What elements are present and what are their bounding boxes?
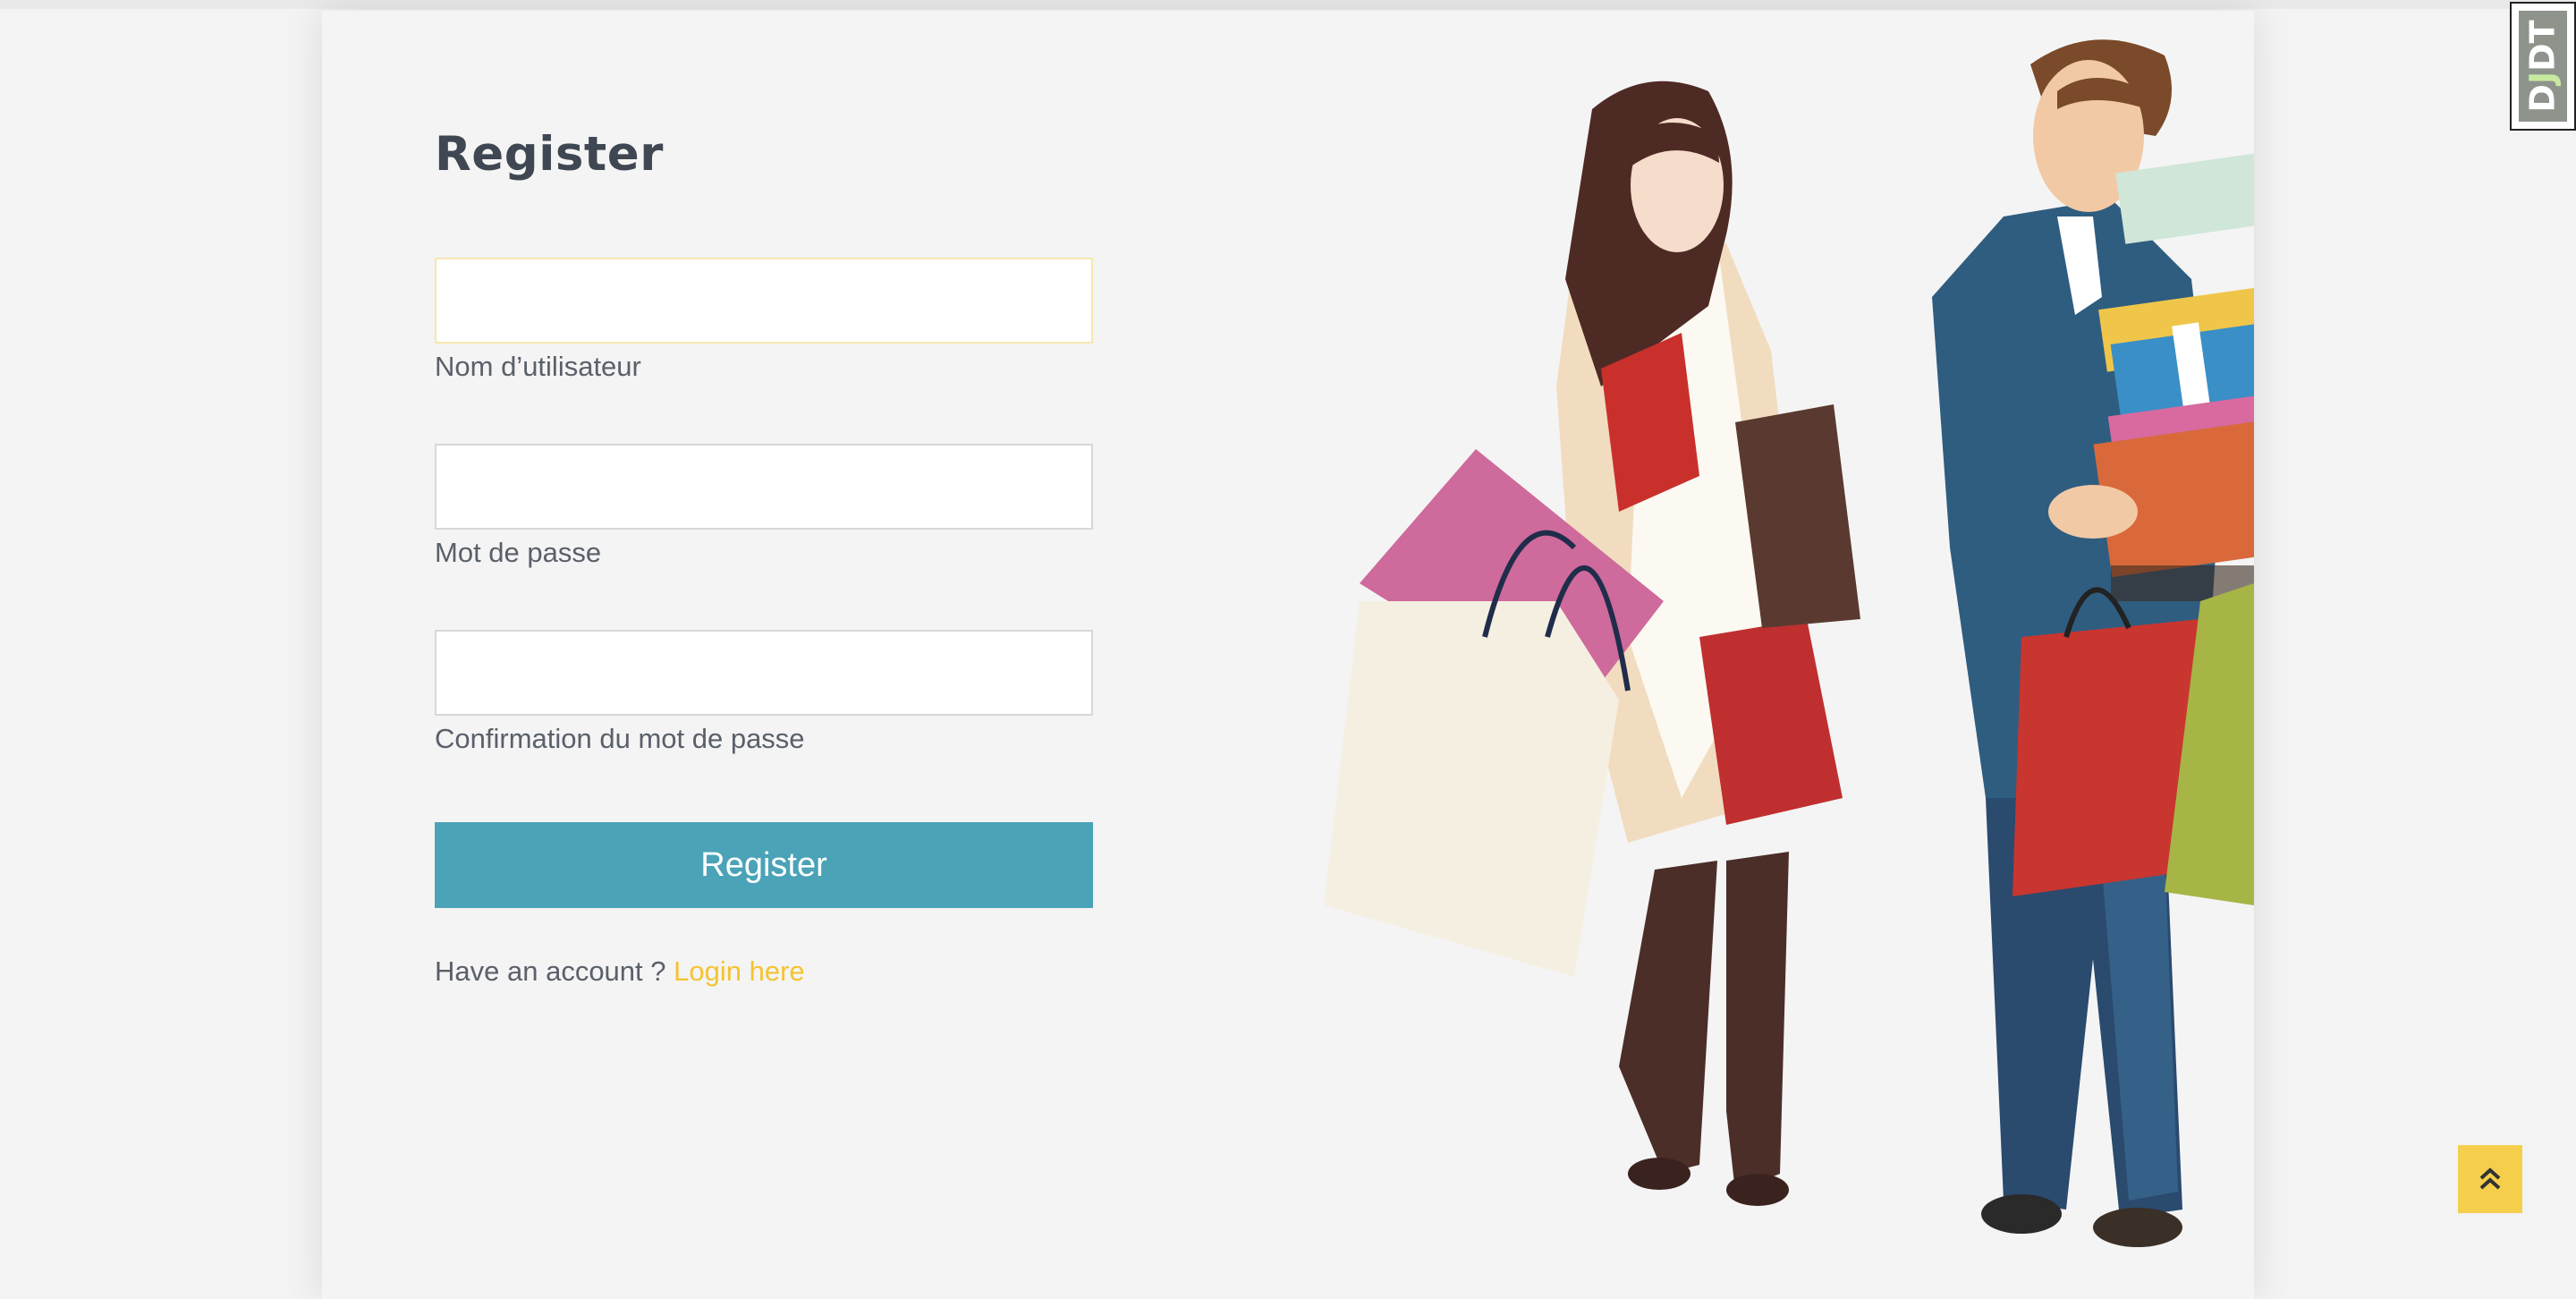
top-strip xyxy=(0,0,2576,9)
confirm-password-label: Confirmation du mot de passe xyxy=(435,723,805,754)
username-input[interactable] xyxy=(435,258,1093,344)
confirm-password-input[interactable] xyxy=(435,630,1093,716)
password-input[interactable] xyxy=(435,444,1093,530)
page-title: Register xyxy=(435,127,664,182)
cream-shopping-bag xyxy=(1324,601,1619,977)
register-card: Register Nom d’utilisateur Mot de passe … xyxy=(322,11,2254,1299)
register-form: Register Nom d’utilisateur Mot de passe … xyxy=(435,127,1097,987)
man-shoe-right xyxy=(2093,1208,2182,1247)
password-field-group: Mot de passe xyxy=(435,444,1093,569)
login-prompt: Have an account ? Login here xyxy=(435,955,805,988)
username-label: Nom d’utilisateur xyxy=(435,351,641,382)
register-button[interactable]: Register xyxy=(435,822,1093,908)
woman-boots xyxy=(1619,861,1717,1174)
password-label: Mot de passe xyxy=(435,537,602,568)
double-chevron-up-icon xyxy=(2479,1167,2501,1190)
djdt-label: DJDT xyxy=(2523,20,2563,113)
shopping-couple-illustration xyxy=(1324,39,2254,1247)
scroll-to-top-button[interactable] xyxy=(2458,1145,2522,1213)
username-field-group: Nom d’utilisateur xyxy=(435,258,1093,383)
djdt-inner: DJDT xyxy=(2519,11,2567,122)
login-link[interactable]: Login here xyxy=(674,955,805,987)
man-shoe-left xyxy=(1981,1194,2062,1234)
confirm-password-field-group: Confirmation du mot de passe xyxy=(435,630,1093,755)
django-debug-toolbar-handle[interactable]: DJDT xyxy=(2510,2,2576,131)
have-account-text: Have an account ? xyxy=(435,955,674,987)
